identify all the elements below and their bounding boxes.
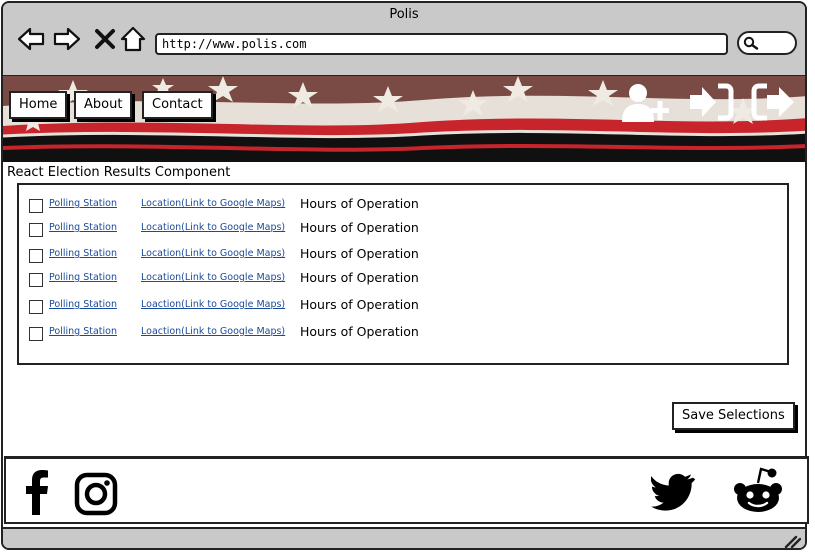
save-selections-button[interactable]: Save Selections bbox=[672, 402, 795, 430]
hours-text: Hours of Operation bbox=[300, 246, 419, 261]
row-checkbox[interactable] bbox=[29, 300, 43, 314]
location-link[interactable]: Loaction(Link to Google Maps) bbox=[141, 326, 285, 337]
hours-text: Hours of Operation bbox=[300, 297, 419, 312]
resize-handle-icon[interactable] bbox=[783, 534, 801, 548]
location-link[interactable]: Location(Link to Google Maps) bbox=[141, 272, 285, 283]
polling-station-link[interactable]: Polling Station bbox=[49, 198, 117, 209]
close-icon[interactable] bbox=[91, 25, 119, 53]
nav-home-button[interactable]: Home bbox=[9, 91, 68, 119]
status-bar bbox=[3, 527, 805, 548]
nav-about-button[interactable]: About bbox=[74, 91, 133, 119]
row-checkbox[interactable] bbox=[29, 199, 43, 213]
arrow-right-icon[interactable] bbox=[53, 25, 81, 53]
row-checkbox[interactable] bbox=[29, 249, 43, 263]
flag-banner: Home About Contact bbox=[3, 76, 805, 162]
row-checkbox[interactable] bbox=[29, 273, 43, 287]
location-link[interactable]: Location(Link to Google Maps) bbox=[141, 248, 285, 259]
component-title: React Election Results Component bbox=[7, 165, 231, 180]
arrow-left-icon[interactable] bbox=[17, 25, 45, 53]
window-title: Polis bbox=[389, 7, 419, 22]
polling-station-link[interactable]: Polling Station bbox=[49, 326, 117, 337]
instagram-icon[interactable] bbox=[74, 472, 118, 516]
hours-text: Hours of Operation bbox=[300, 270, 419, 285]
reddit-icon[interactable] bbox=[732, 465, 784, 515]
location-link[interactable]: Location(Link to Google Maps) bbox=[141, 198, 285, 209]
home-icon[interactable] bbox=[119, 25, 147, 53]
polling-station-link[interactable]: Polling Station bbox=[49, 272, 117, 283]
footer bbox=[4, 456, 809, 524]
browser-chrome: Polis http://www.polis.com bbox=[3, 3, 805, 77]
polling-station-link[interactable]: Polling Station bbox=[49, 222, 117, 233]
search-field[interactable] bbox=[737, 31, 797, 55]
sign-in-icon[interactable] bbox=[688, 82, 734, 122]
search-icon bbox=[743, 36, 759, 50]
polling-station-link[interactable]: Polling Station bbox=[49, 299, 117, 310]
hours-text: Hours of Operation bbox=[300, 324, 419, 339]
results-panel: Polling Station Location(Link to Google … bbox=[17, 183, 789, 365]
polling-station-link[interactable]: Polling Station bbox=[49, 248, 117, 259]
row-checkbox[interactable] bbox=[29, 223, 43, 237]
sign-out-icon[interactable] bbox=[751, 82, 797, 122]
twitter-icon[interactable] bbox=[651, 473, 697, 511]
add-user-icon[interactable] bbox=[621, 82, 671, 124]
address-bar[interactable]: http://www.polis.com bbox=[155, 33, 728, 55]
row-checkbox[interactable] bbox=[29, 327, 43, 341]
location-link[interactable]: Location(Link to Google Maps) bbox=[141, 222, 285, 233]
facebook-icon[interactable] bbox=[24, 469, 50, 515]
hours-text: Hours of Operation bbox=[300, 196, 419, 211]
nav-contact-button[interactable]: Contact bbox=[142, 91, 213, 119]
flag-background bbox=[3, 76, 805, 162]
location-link[interactable]: Loaction(Link to Google Maps) bbox=[141, 299, 285, 310]
hours-text: Hours of Operation bbox=[300, 220, 419, 235]
